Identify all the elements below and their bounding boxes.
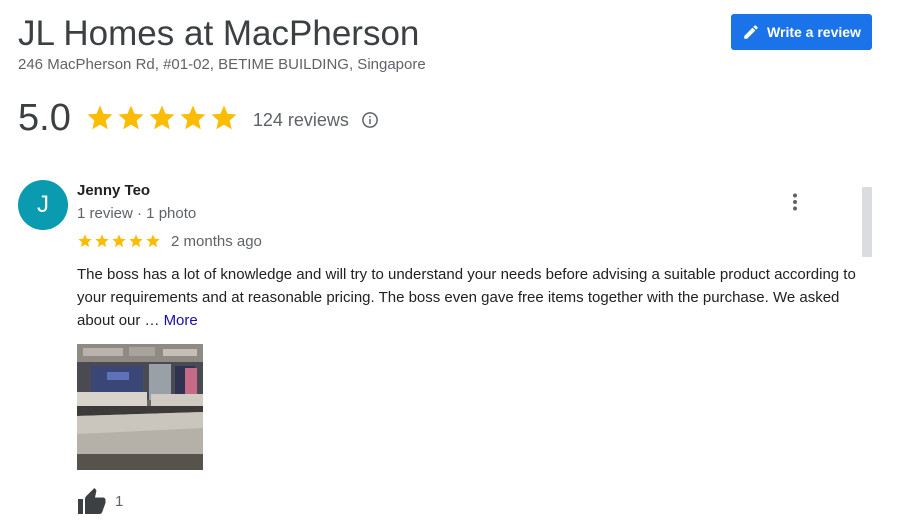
thumbs-up-icon[interactable] bbox=[77, 488, 107, 514]
rating-summary: 5.0 124 reviews bbox=[18, 96, 379, 140]
star-icon bbox=[149, 105, 175, 130]
star-icon bbox=[146, 234, 160, 247]
write-review-button[interactable]: Write a review bbox=[731, 14, 872, 50]
avatar[interactable]: J bbox=[18, 180, 68, 230]
place-address: 246 MacPherson Rd, #01-02, BETIME BUILDI… bbox=[18, 56, 426, 73]
pencil-icon bbox=[744, 25, 758, 39]
star-icon bbox=[95, 234, 109, 247]
review-rating: 2 months ago bbox=[77, 231, 262, 251]
star-icon bbox=[118, 105, 144, 130]
reviewer-meta: 1 review · 1 photo bbox=[77, 205, 197, 222]
star-icon bbox=[112, 234, 126, 247]
review-photo[interactable] bbox=[77, 344, 203, 470]
more-link[interactable]: More bbox=[164, 312, 198, 329]
more-options-button[interactable] bbox=[785, 190, 805, 214]
write-review-label: Write a review bbox=[767, 24, 861, 40]
page-title: JL Homes at MacPherson bbox=[18, 14, 420, 53]
rating-stars bbox=[85, 103, 239, 133]
reviewer-name[interactable]: Jenny Teo bbox=[77, 182, 150, 200]
star-icon bbox=[129, 234, 143, 247]
review-date: 2 months ago bbox=[171, 232, 262, 250]
star-icon bbox=[87, 105, 113, 130]
info-icon[interactable] bbox=[361, 111, 379, 129]
more-vert-icon bbox=[793, 193, 797, 211]
scrollbar-thumb[interactable] bbox=[862, 187, 872, 257]
like-count: 1 bbox=[115, 492, 124, 510]
like-row: 1 bbox=[77, 488, 123, 514]
star-icon bbox=[78, 234, 92, 247]
star-icon bbox=[180, 105, 206, 130]
rating-score: 5.0 bbox=[18, 97, 71, 139]
star-icon bbox=[211, 105, 237, 130]
review-text: The boss has a lot of knowledge and will… bbox=[77, 263, 867, 332]
review-stars bbox=[77, 233, 161, 249]
reviews-panel: JL Homes at MacPherson 246 MacPherson Rd… bbox=[0, 0, 900, 524]
mattress-showroom-photo bbox=[77, 344, 203, 470]
review-count: 124 reviews bbox=[252, 109, 349, 130]
